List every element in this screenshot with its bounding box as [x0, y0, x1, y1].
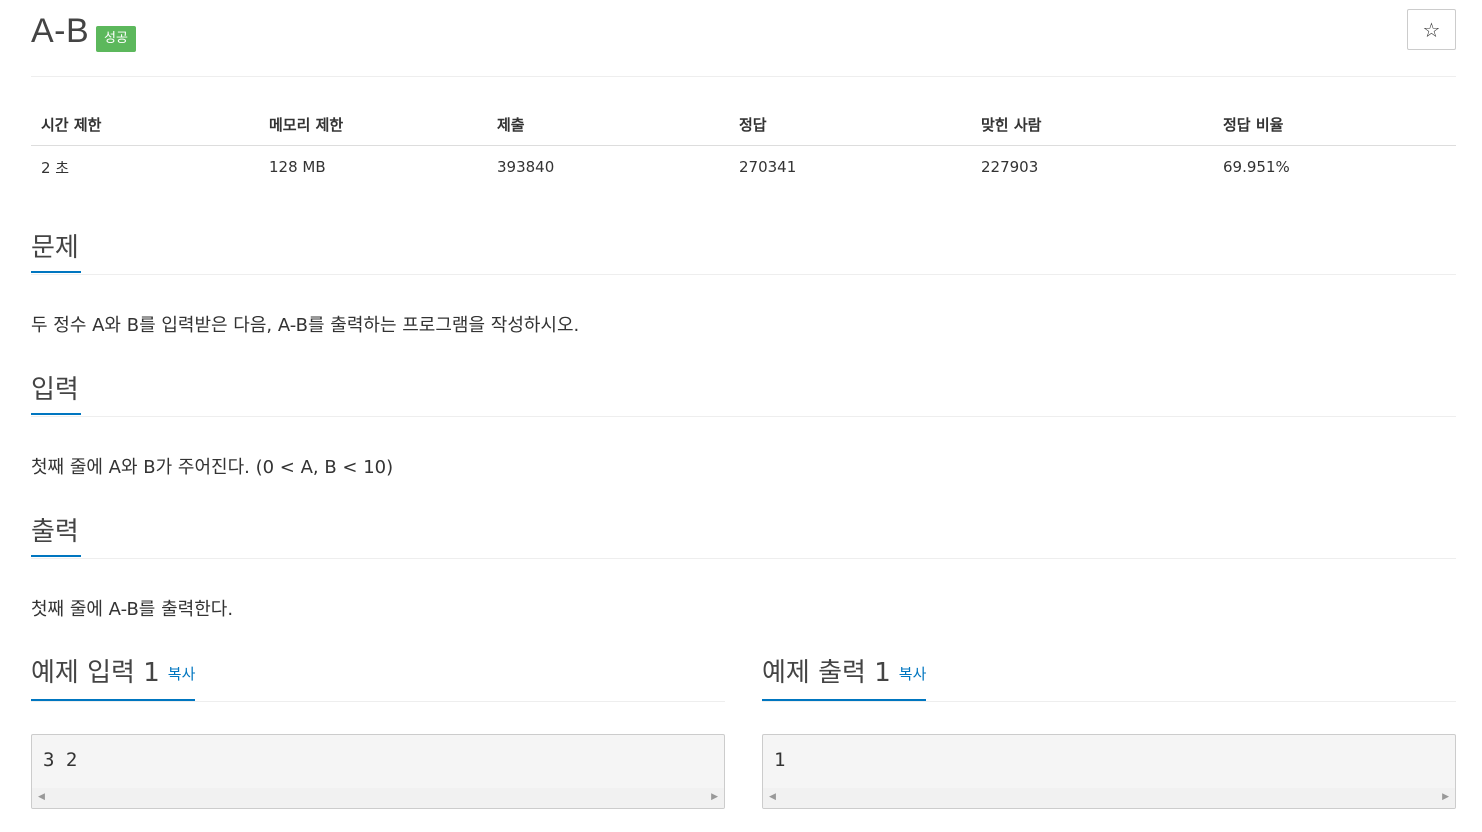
status-badge: 성공: [96, 26, 136, 52]
sample-input-panel: 예제 입력 1 복사 3 2 ◀ ▶: [31, 656, 725, 809]
problem-info-table: 시간 제한 메모리 제한 제출 정답 맞힌 사람 정답 비율 2 초 128 M…: [31, 105, 1456, 189]
output-title: 출력: [31, 515, 81, 557]
scroll-right-icon[interactable]: ▶: [1442, 792, 1449, 802]
problem-header: A-B 성공 ☆: [31, 0, 1456, 77]
sample-output-box[interactable]: 1 ◀ ▶: [762, 734, 1456, 809]
info-header-row: 시간 제한 메모리 제한 제출 정답 맞힌 사람 정답 비율: [31, 105, 1456, 146]
input-text: 첫째 줄에 A와 B가 주어진다. (0 < A, B < 10): [31, 457, 394, 478]
time-limit-value: 2 초: [41, 158, 70, 177]
accept-ratio-header: 정답 비율: [1213, 105, 1456, 146]
accepted-value: 270341: [739, 158, 797, 177]
description-section: 문제 두 정수 A와 B를 입력받은 다음, A-B를 출력하는 프로그램을 작…: [31, 231, 1456, 336]
sample-output-title-text: 예제 출력 1: [762, 658, 891, 688]
time-limit-header: 시간 제한: [31, 105, 259, 146]
description-text: 두 정수 A와 B를 입력받은 다음, A-B를 출력하는 프로그램을 작성하시…: [31, 315, 580, 336]
section-header: 출력: [31, 515, 1456, 559]
memory-limit-header: 메모리 제한: [259, 105, 487, 146]
sample-input-title-text: 예제 입력 1: [31, 658, 160, 688]
input-section: 입력 첫째 줄에 A와 B가 주어진다. (0 < A, B < 10): [31, 373, 1456, 478]
memory-limit-value: 128 MB: [269, 158, 326, 177]
solved-users-header: 맞힌 사람: [971, 105, 1213, 146]
horizontal-scrollbar[interactable]: ◀ ▶: [32, 788, 724, 808]
sample-input-data: 3 2: [43, 749, 78, 771]
scroll-left-icon[interactable]: ◀: [769, 792, 776, 802]
section-header: 문제: [31, 231, 1456, 275]
favorite-button[interactable]: ☆: [1407, 9, 1456, 50]
accept-ratio-value: 69.951%: [1223, 158, 1290, 177]
accepted-header: 정답: [729, 105, 971, 146]
sample-output-title: 예제 출력 1 복사: [762, 656, 927, 701]
copy-sample-input-link[interactable]: 복사: [168, 665, 196, 683]
input-title: 입력: [31, 373, 81, 415]
scroll-left-icon[interactable]: ◀: [38, 792, 45, 802]
sample-header: 예제 출력 1 복사: [762, 656, 1456, 702]
problem-page: A-B 성공 ☆ 시간 제한 메모리 제한 제출 정답 맞힌 사람 정답 비율 …: [31, 0, 1456, 809]
star-icon: ☆: [1422, 17, 1441, 42]
output-text: 첫째 줄에 A-B를 출력한다.: [31, 599, 234, 620]
sample-input-title: 예제 입력 1 복사: [31, 656, 196, 701]
horizontal-scrollbar[interactable]: ◀ ▶: [763, 788, 1455, 808]
solved-users-value: 227903: [981, 158, 1039, 177]
info-value-row: 2 초 128 MB 393840 270341 227903 69.951%: [31, 145, 1456, 189]
sample-output-panel: 예제 출력 1 복사 1 ◀ ▶: [762, 656, 1456, 809]
section-header: 입력: [31, 373, 1456, 417]
sample-header: 예제 입력 1 복사: [31, 656, 725, 702]
submissions-header: 제출: [487, 105, 729, 146]
submissions-value: 393840: [497, 158, 555, 177]
sample-output-data: 1: [774, 749, 786, 771]
sample-input-box[interactable]: 3 2 ◀ ▶: [31, 734, 725, 809]
problem-title: A-B: [31, 12, 90, 50]
copy-sample-output-link[interactable]: 복사: [899, 665, 927, 683]
output-section: 출력 첫째 줄에 A-B를 출력한다.: [31, 515, 1456, 620]
description-title: 문제: [31, 231, 81, 273]
scroll-right-icon[interactable]: ▶: [711, 792, 718, 802]
